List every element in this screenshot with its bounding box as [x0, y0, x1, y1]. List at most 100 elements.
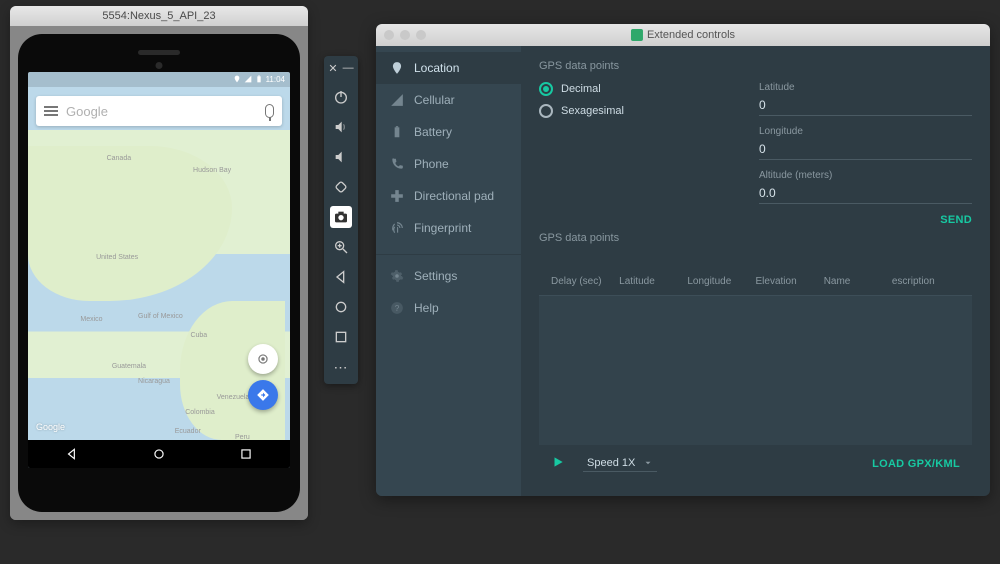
- traffic-close-icon[interactable]: [384, 30, 394, 40]
- hamburger-icon[interactable]: [44, 106, 58, 116]
- location-status-icon: [233, 75, 241, 85]
- volume-down-icon[interactable]: [330, 146, 352, 168]
- clock: 11:04: [266, 75, 285, 84]
- radio-sexagesimal[interactable]: Sexagesimal: [539, 104, 719, 118]
- extended-controls-window: Extended controls Location Cellular Batt…: [376, 24, 990, 496]
- phone-frame: 11:04 Google Canada Hudson Bay United St…: [18, 34, 300, 512]
- sidebar-item-label: Directional pad: [414, 189, 494, 203]
- extended-sidebar: Location Cellular Battery Phone Directio…: [376, 46, 521, 496]
- device-screen[interactable]: 11:04 Google Canada Hudson Bay United St…: [28, 72, 290, 468]
- speaker-slot: [138, 50, 180, 55]
- battery-icon: [255, 75, 263, 85]
- map-label: Gulf of Mexico: [138, 313, 183, 320]
- sidebar-item-label: Phone: [414, 157, 449, 171]
- camera-icon[interactable]: [330, 206, 352, 228]
- radio-label: Decimal: [561, 83, 601, 95]
- sidebar-item-label: Location: [414, 61, 459, 75]
- sidebar-item-label: Settings: [414, 269, 457, 283]
- altitude-input[interactable]: 0.0: [759, 183, 972, 204]
- table-body[interactable]: [539, 296, 972, 445]
- longitude-label: Longitude: [759, 126, 972, 137]
- col-description[interactable]: escription: [892, 276, 960, 287]
- map-label: Guatemala: [112, 363, 146, 370]
- map-label: Colombia: [185, 409, 215, 416]
- sidebar-item-cellular[interactable]: Cellular: [376, 84, 521, 116]
- location-panel: GPS data points Decimal Sexagesimal Lati…: [521, 46, 990, 496]
- traffic-minimize-icon[interactable]: [400, 30, 410, 40]
- android-badge-icon: [631, 29, 643, 41]
- radio-dot-icon: [539, 82, 553, 96]
- home-icon[interactable]: [330, 296, 352, 318]
- col-delay[interactable]: Delay (sec): [551, 276, 619, 287]
- nav-back-icon[interactable]: [65, 447, 79, 461]
- latitude-label: Latitude: [759, 82, 972, 93]
- emulator-titlebar[interactable]: 5554:Nexus_5_API_23: [10, 6, 308, 26]
- col-longitude[interactable]: Longitude: [687, 276, 755, 287]
- zoom-icon[interactable]: [330, 236, 352, 258]
- front-camera: [156, 62, 163, 69]
- minimize-icon[interactable]: —: [343, 62, 354, 75]
- close-icon[interactable]: ✕: [328, 62, 337, 75]
- signal-icon: [244, 75, 252, 85]
- radio-decimal[interactable]: Decimal: [539, 82, 719, 96]
- google-watermark: Google: [36, 422, 65, 432]
- col-elevation[interactable]: Elevation: [756, 276, 824, 287]
- sidebar-item-fingerprint[interactable]: Fingerprint: [376, 212, 521, 244]
- section-title: GPS data points: [539, 60, 972, 72]
- overview-icon[interactable]: [330, 326, 352, 348]
- emulator-window: 5554:Nexus_5_API_23 11:04: [10, 6, 308, 520]
- altitude-label: Altitude (meters): [759, 170, 972, 181]
- microphone-icon[interactable]: [265, 104, 274, 118]
- table-header: Delay (sec) Latitude Longitude Elevation…: [539, 268, 972, 296]
- sidebar-item-label: Fingerprint: [414, 221, 471, 235]
- android-navbar: [28, 440, 290, 468]
- sidebar-item-phone[interactable]: Phone: [376, 148, 521, 180]
- sidebar-item-label: Cellular: [414, 93, 455, 107]
- map-label: United States: [96, 254, 138, 261]
- section-title: GPS data points: [539, 232, 972, 244]
- extended-titlebar[interactable]: Extended controls: [376, 24, 990, 46]
- emulator-toolbar: ✕ — ⋯: [324, 56, 358, 384]
- chevron-down-icon: [643, 458, 653, 468]
- sidebar-item-settings[interactable]: Settings: [376, 254, 521, 292]
- map-label: Mexico: [80, 316, 102, 323]
- sidebar-item-location[interactable]: Location: [376, 52, 521, 84]
- map-label: Venezuela: [217, 394, 250, 401]
- sidebar-item-label: Help: [414, 301, 439, 315]
- my-location-fab[interactable]: [248, 344, 278, 374]
- volume-up-icon[interactable]: [330, 116, 352, 138]
- col-latitude[interactable]: Latitude: [619, 276, 687, 287]
- play-button[interactable]: [551, 455, 565, 472]
- back-icon[interactable]: [330, 266, 352, 288]
- speed-select[interactable]: Speed 1X: [583, 455, 657, 472]
- map-label: Nicaragua: [138, 378, 170, 385]
- load-gpx-kml-button[interactable]: LOAD GPX/KML: [872, 458, 960, 470]
- android-statusbar: 11:04: [28, 72, 290, 87]
- nav-overview-icon[interactable]: [239, 447, 253, 461]
- map-label: Canada: [107, 155, 132, 162]
- window-title: Extended controls: [647, 29, 735, 41]
- search-placeholder: Google: [66, 104, 257, 119]
- traffic-zoom-icon[interactable]: [416, 30, 426, 40]
- power-icon[interactable]: [330, 86, 352, 108]
- longitude-input[interactable]: 0: [759, 139, 972, 160]
- map-label: Ecuador: [175, 428, 201, 435]
- speed-label: Speed 1X: [587, 457, 635, 469]
- sidebar-item-dpad[interactable]: Directional pad: [376, 180, 521, 212]
- latitude-input[interactable]: 0: [759, 95, 972, 116]
- col-name[interactable]: Name: [824, 276, 892, 287]
- sidebar-item-battery[interactable]: Battery: [376, 116, 521, 148]
- map-search-bar[interactable]: Google: [36, 96, 282, 126]
- map-label: Hudson Bay: [193, 167, 231, 174]
- more-icon[interactable]: ⋯: [330, 356, 352, 378]
- map-canvas[interactable]: Canada Hudson Bay United States Mexico G…: [28, 130, 290, 440]
- rotate-icon[interactable]: [330, 176, 352, 198]
- nav-home-icon[interactable]: [152, 447, 166, 461]
- radio-dot-icon: [539, 104, 553, 118]
- gps-table: Delay (sec) Latitude Longitude Elevation…: [539, 268, 972, 482]
- sidebar-item-label: Battery: [414, 125, 452, 139]
- send-button[interactable]: SEND: [940, 214, 972, 226]
- directions-fab[interactable]: [248, 380, 278, 410]
- sidebar-item-help[interactable]: ? Help: [376, 292, 521, 324]
- svg-text:?: ?: [395, 304, 400, 313]
